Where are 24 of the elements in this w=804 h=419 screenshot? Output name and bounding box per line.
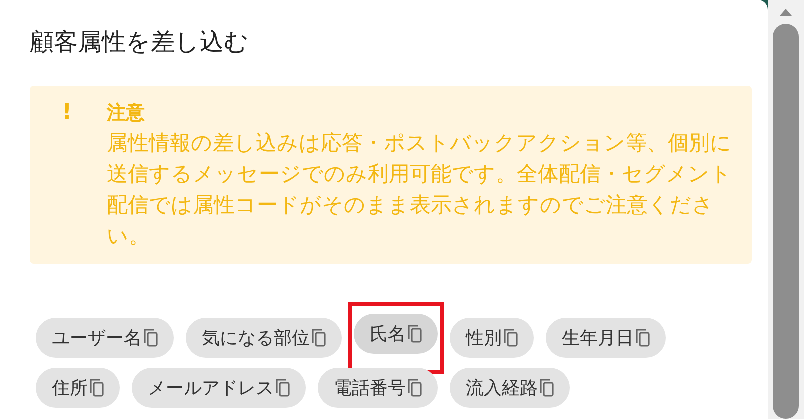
- attribute-chip[interactable]: ユーザー名: [36, 318, 174, 358]
- copy-icon: [408, 325, 422, 343]
- copy-icon: [144, 329, 158, 347]
- copy-icon: [540, 379, 554, 397]
- exclamation-icon: !: [62, 98, 107, 252]
- copy-icon: [90, 379, 104, 397]
- attribute-chip[interactable]: 電話番号: [318, 368, 438, 408]
- notice-text: 属性情報の差し込みは応答・ポストバックアクション等、個別に送信するメッセージでのみ利用可能です。全体配信・セグメント配信では属性コードがそのまま表示されますのでご注意ください。: [107, 130, 733, 250]
- dialog-title: 顧客属性を差し込む: [30, 27, 250, 58]
- attribute-chip[interactable]: 気になる部位: [186, 318, 342, 358]
- attribute-chip[interactable]: メールアドレス: [132, 368, 306, 408]
- notice-heading: 注意: [107, 101, 146, 126]
- attribute-chip[interactable]: 性別: [450, 318, 534, 358]
- scroll-thumb[interactable]: [773, 24, 799, 419]
- copy-icon: [408, 379, 422, 397]
- copy-icon: [636, 329, 650, 347]
- attribute-chip[interactable]: 流入経路: [450, 368, 570, 408]
- copy-icon: [504, 329, 518, 347]
- attribute-chip[interactable]: 生年月日: [546, 318, 666, 358]
- attribute-chip[interactable]: 住所: [36, 368, 120, 408]
- scrollbar[interactable]: [768, 0, 804, 419]
- copy-icon: [276, 379, 290, 397]
- copy-icon: [312, 329, 326, 347]
- attribute-chip[interactable]: 氏名: [354, 314, 438, 354]
